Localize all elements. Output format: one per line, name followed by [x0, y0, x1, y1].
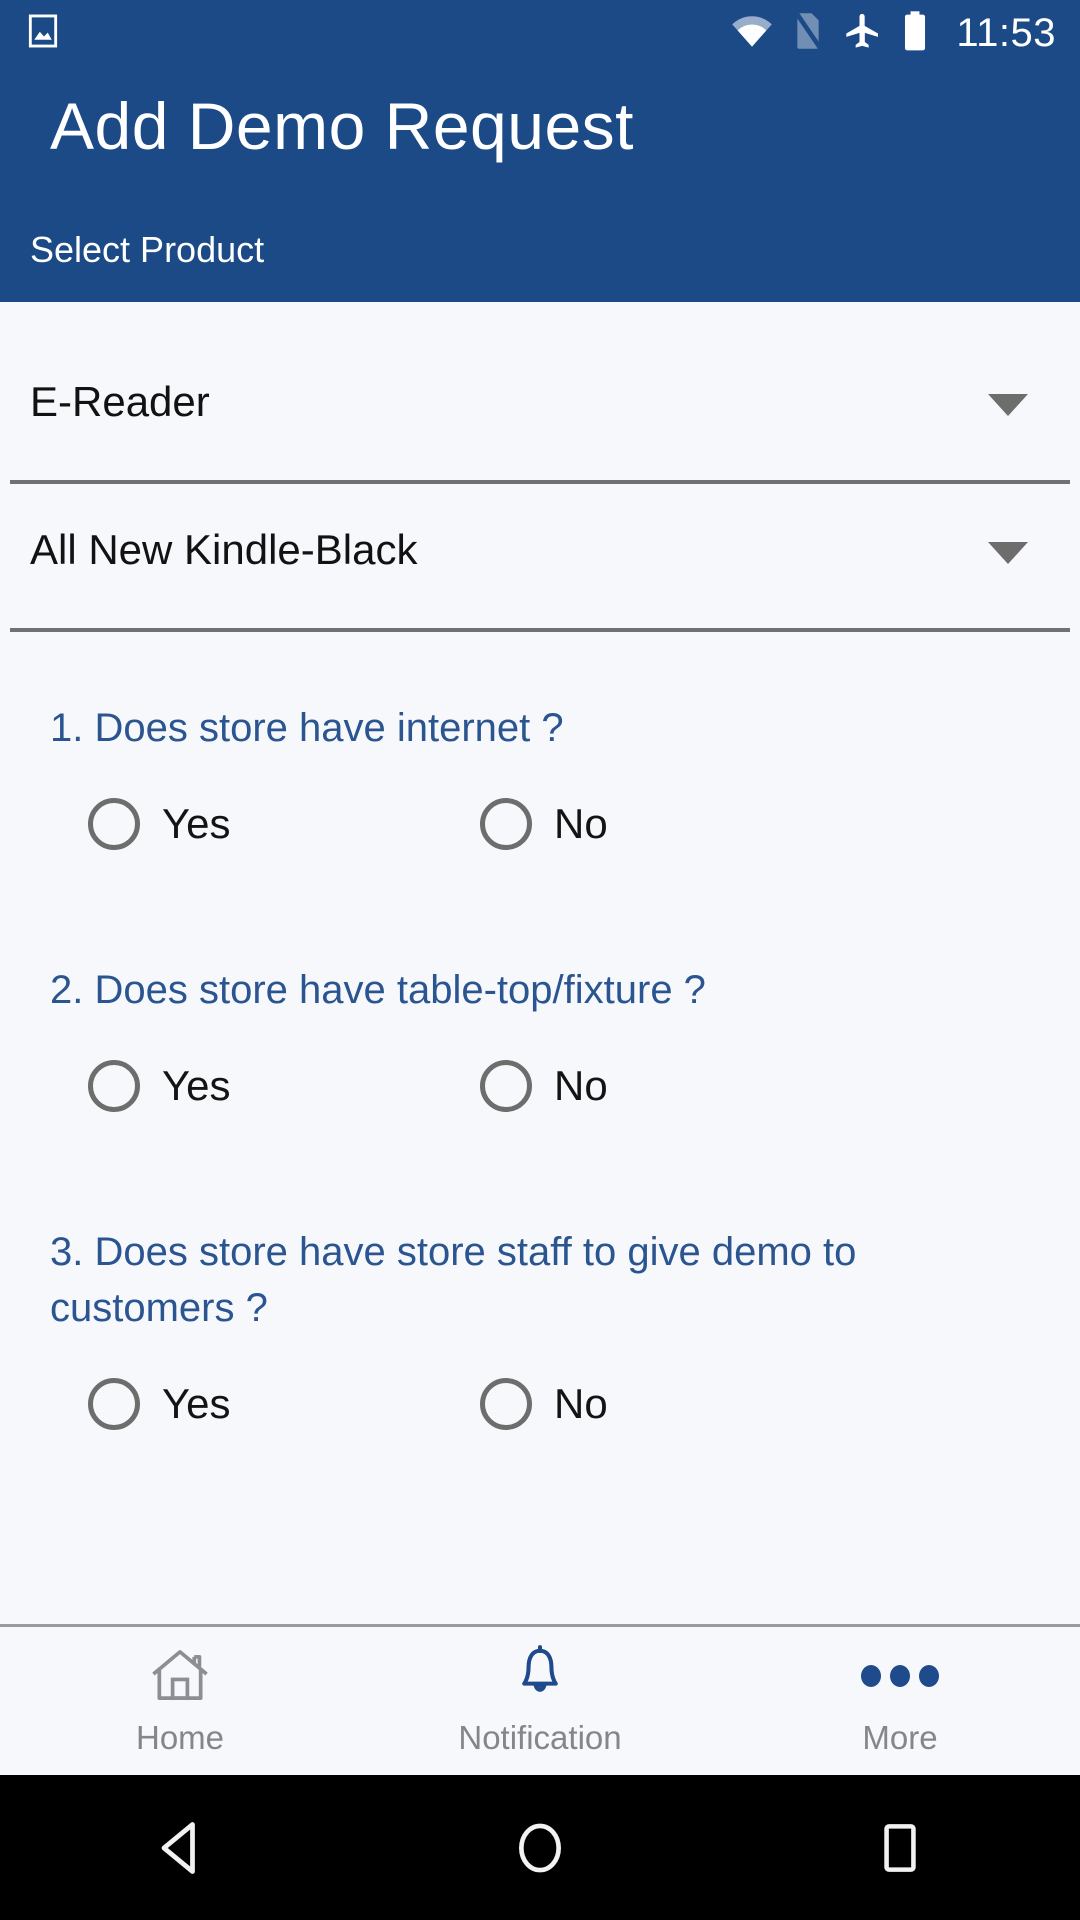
radio-circle-icon[interactable] [88, 1378, 140, 1430]
nav-item-notification-label: Notification [458, 1719, 622, 1756]
page-title: Add Demo Request [50, 89, 634, 163]
product-spinner[interactable]: E-Reader [10, 342, 1070, 484]
bottom-navigation-bar: Home Notification More [0, 1624, 1080, 1775]
chevron-down-icon [988, 394, 1028, 416]
home-button[interactable] [360, 1818, 720, 1878]
wifi-icon [730, 12, 774, 55]
question-2-text: 2. Does store have table-top/fixture ? [50, 968, 706, 1012]
question-2-option-no[interactable]: No [480, 1060, 872, 1112]
status-bar-notifications [24, 12, 62, 55]
model-spinner[interactable]: All New Kindle-Black [10, 490, 1070, 632]
status-bar: 11:53 [0, 0, 1080, 66]
select-product-label: Select Product [30, 229, 265, 270]
form-content: E-Reader All New Kindle-Black 1. Does st… [0, 302, 1080, 1624]
model-spinner-value: All New Kindle-Black [30, 526, 418, 573]
question-1-option-yes[interactable]: Yes [88, 798, 480, 850]
question-2-options: Yes No [0, 1060, 1080, 1112]
home-icon [148, 1645, 212, 1707]
question-3-option-yes[interactable]: Yes [88, 1378, 480, 1430]
question-3-text: 3. Does store have store staff to give d… [50, 1230, 857, 1330]
question-1-option-no[interactable]: No [480, 798, 872, 850]
question-3-option-no-label: No [554, 1380, 608, 1427]
nav-item-home[interactable]: Home [0, 1627, 360, 1775]
phone-screen: 11:53 Add Demo Request Select Product E-… [0, 0, 1080, 1920]
photo-icon [24, 12, 62, 55]
more-dots-icon [861, 1645, 939, 1707]
question-3-options: Yes No [0, 1378, 1080, 1430]
radio-circle-icon[interactable] [480, 1378, 532, 1430]
question-3: 3. Does store have store staff to give d… [0, 1224, 1080, 1430]
status-bar-clock: 11:53 [956, 11, 1056, 55]
nav-item-notification[interactable]: Notification [360, 1627, 720, 1775]
radio-circle-icon[interactable] [480, 798, 532, 850]
radio-circle-icon[interactable] [480, 1060, 532, 1112]
product-spinner-value: E-Reader [30, 378, 210, 425]
question-2: 2. Does store have table-top/fixture ? Y… [0, 962, 1080, 1112]
question-2-option-yes-label: Yes [162, 1062, 231, 1109]
question-1-text: 1. Does store have internet ? [50, 706, 564, 750]
radio-circle-icon[interactable] [88, 1060, 140, 1112]
question-3-option-yes-label: Yes [162, 1380, 231, 1427]
airplane-mode-icon [842, 11, 884, 56]
nav-item-more[interactable]: More [720, 1627, 1080, 1775]
question-2-option-no-label: No [554, 1062, 608, 1109]
nav-item-more-label: More [862, 1719, 938, 1756]
radio-circle-icon[interactable] [88, 798, 140, 850]
battery-icon [902, 10, 928, 57]
system-navigation-bar [0, 1775, 1080, 1920]
status-bar-indicators: 11:53 [730, 10, 1056, 57]
back-button[interactable] [0, 1818, 360, 1878]
question-1-options: Yes No [0, 798, 1080, 850]
dot [890, 1665, 910, 1687]
question-1-option-no-label: No [554, 800, 608, 847]
recents-button[interactable] [720, 1819, 1080, 1877]
app-bar: 11:53 Add Demo Request Select Product [0, 0, 1080, 302]
question-2-option-yes[interactable]: Yes [88, 1060, 480, 1112]
chevron-down-icon [988, 542, 1028, 564]
dot [919, 1665, 939, 1687]
bell-icon [512, 1645, 568, 1707]
no-sim-icon [792, 10, 824, 56]
question-3-option-no[interactable]: No [480, 1378, 872, 1430]
nav-item-home-label: Home [135, 1719, 225, 1756]
dot [861, 1665, 881, 1687]
question-1: 1. Does store have internet ? Yes No [0, 700, 1080, 850]
question-1-option-yes-label: Yes [162, 800, 231, 847]
